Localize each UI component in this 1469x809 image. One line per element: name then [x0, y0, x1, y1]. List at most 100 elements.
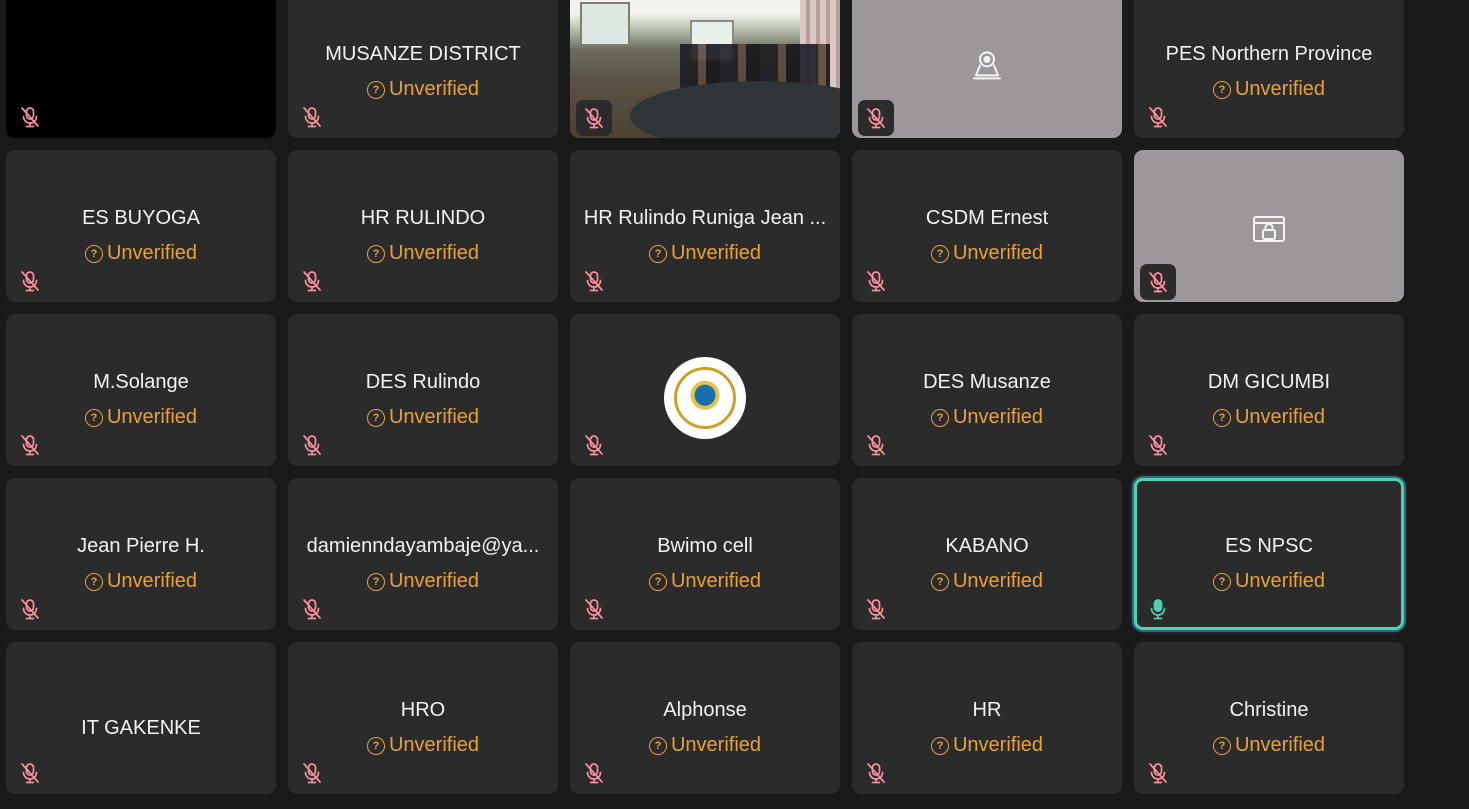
participant-tile[interactable] — [6, 0, 276, 138]
participant-name: DES Rulindo — [365, 371, 481, 393]
unverified-status: ? Unverified — [570, 242, 840, 265]
participant-tile[interactable]: CSDM Ernest ? Unverified — [852, 150, 1122, 302]
mic-muted-badge — [858, 100, 894, 136]
mic-muted-icon — [303, 435, 321, 456]
participant-tile[interactable]: HR ? Unverified — [852, 642, 1122, 794]
participant-name: MUSANZE DISTRICT — [325, 43, 521, 65]
unverified-status: ? Unverified — [288, 78, 558, 101]
participant-tile[interactable] — [1134, 150, 1404, 302]
mic-muted-icon — [21, 107, 39, 128]
mic-muted-icon — [585, 435, 603, 456]
mic-muted-icon — [303, 763, 321, 784]
participant-tile[interactable] — [570, 314, 840, 466]
participant-tile[interactable]: DES Rulindo ? Unverified — [288, 314, 558, 466]
question-circle-icon: ? — [1212, 80, 1231, 99]
participant-name: damienndayambaje@ya... — [306, 535, 540, 557]
mic-muted-icon — [867, 435, 885, 456]
question-circle-icon: ? — [1212, 736, 1231, 755]
question-circle-icon: ? — [84, 244, 103, 263]
question-circle-icon: ? — [1212, 408, 1231, 427]
question-circle-icon: ? — [930, 736, 949, 755]
unverified-status: ? Unverified — [288, 570, 558, 593]
participant-name: KABANO — [945, 535, 1029, 557]
unverified-status: ? Unverified — [288, 734, 558, 757]
participant-tile[interactable]: MUSANZE DISTRICT ? Unverified — [288, 0, 558, 138]
participant-tile[interactable]: HR RULINDO ? Unverified — [288, 150, 558, 302]
participant-name: CSDM Ernest — [925, 207, 1049, 229]
participant-name: IT GAKENKE — [81, 717, 201, 739]
mic-muted-icon — [21, 271, 39, 292]
unverified-status: ? Unverified — [6, 570, 276, 593]
mic-muted-icon — [585, 763, 603, 784]
participant-tile[interactable]: Alphonse ? Unverified — [570, 642, 840, 794]
seal-icon — [674, 367, 736, 429]
participant-tile[interactable]: IT GAKENKE — [6, 642, 276, 794]
mic-muted-icon — [21, 599, 39, 620]
participant-tile[interactable]: Jean Pierre H. ? Unverified — [6, 478, 276, 630]
mic-muted-badge — [576, 100, 612, 136]
unverified-status: ? Unverified — [570, 570, 840, 593]
mic-muted-icon — [867, 271, 885, 292]
participant-tile[interactable]: Christine ? Unverified — [1134, 642, 1404, 794]
locked-screen-icon — [1253, 216, 1285, 242]
question-circle-icon: ? — [930, 244, 949, 263]
question-circle-icon: ? — [930, 408, 949, 427]
question-circle-icon: ? — [366, 572, 385, 591]
mic-muted-badge — [1140, 264, 1176, 300]
participant-name: ES BUYOGA — [82, 207, 200, 229]
unverified-status: ? Unverified — [288, 406, 558, 429]
participant-tile[interactable]: M.Solange ? Unverified — [6, 314, 276, 466]
question-circle-icon: ? — [366, 80, 385, 99]
mic-muted-icon — [585, 108, 603, 129]
mic-muted-icon — [1149, 107, 1167, 128]
unverified-status: ? Unverified — [852, 570, 1122, 593]
webcam-icon — [973, 51, 1001, 80]
participant-tile[interactable] — [852, 0, 1122, 138]
unverified-status: ? Unverified — [6, 242, 276, 265]
participant-name: Alphonse — [663, 699, 747, 721]
mic-muted-icon — [867, 108, 885, 129]
mic-muted-icon — [1149, 763, 1167, 784]
unverified-status: ? Unverified — [288, 242, 558, 265]
participant-name: HRO — [400, 699, 446, 721]
participant-video-tile[interactable] — [570, 0, 840, 138]
unverified-status: ? Unverified — [6, 406, 276, 429]
video-scene — [580, 2, 630, 46]
participant-name: HR — [972, 699, 1002, 721]
unverified-status: ? Unverified — [1134, 78, 1404, 101]
mic-muted-icon — [585, 599, 603, 620]
participant-tile[interactable]: KABANO ? Unverified — [852, 478, 1122, 630]
participant-name: M.Solange — [93, 371, 189, 393]
question-circle-icon: ? — [84, 572, 103, 591]
participant-tile[interactable]: damienndayambaje@ya... ? Unverified — [288, 478, 558, 630]
unverified-status: ? Unverified — [852, 734, 1122, 757]
participant-tile[interactable]: DM GICUMBI ? Unverified — [1134, 314, 1404, 466]
participant-name: Bwimo cell — [657, 535, 753, 557]
mic-muted-icon — [303, 271, 321, 292]
unverified-status: ? Unverified — [1134, 406, 1404, 429]
question-circle-icon: ? — [84, 408, 103, 427]
unverified-status: ? Unverified — [1137, 570, 1401, 593]
participant-tile[interactable]: PES Northern Province ? Unverified — [1134, 0, 1404, 138]
participant-tile[interactable]: Bwimo cell ? Unverified — [570, 478, 840, 630]
mic-active-icon — [1150, 599, 1166, 620]
mic-muted-icon — [1149, 272, 1167, 293]
participant-tile[interactable]: HRO ? Unverified — [288, 642, 558, 794]
participant-tile[interactable]: ES BUYOGA ? Unverified — [6, 150, 276, 302]
question-circle-icon: ? — [366, 408, 385, 427]
participant-grid: MUSANZE DISTRICT ? Unverified PES Norther… — [6, 0, 1404, 794]
unverified-status: ? Unverified — [852, 406, 1122, 429]
question-circle-icon: ? — [366, 244, 385, 263]
participant-tile[interactable]: DES Musanze ? Unverified — [852, 314, 1122, 466]
unverified-status: ? Unverified — [570, 734, 840, 757]
mic-muted-icon — [303, 599, 321, 620]
participant-name: DM GICUMBI — [1207, 371, 1331, 393]
mic-muted-icon — [1149, 435, 1167, 456]
question-circle-icon: ? — [648, 572, 667, 591]
participant-tile-active-speaker[interactable]: ES NPSC ? Unverified — [1134, 478, 1404, 630]
question-circle-icon: ? — [1212, 572, 1231, 591]
mic-muted-icon — [867, 763, 885, 784]
question-circle-icon: ? — [930, 572, 949, 591]
mic-muted-icon — [585, 271, 603, 292]
participant-tile[interactable]: HR Rulindo Runiga Jean ... ? Unverified — [570, 150, 840, 302]
